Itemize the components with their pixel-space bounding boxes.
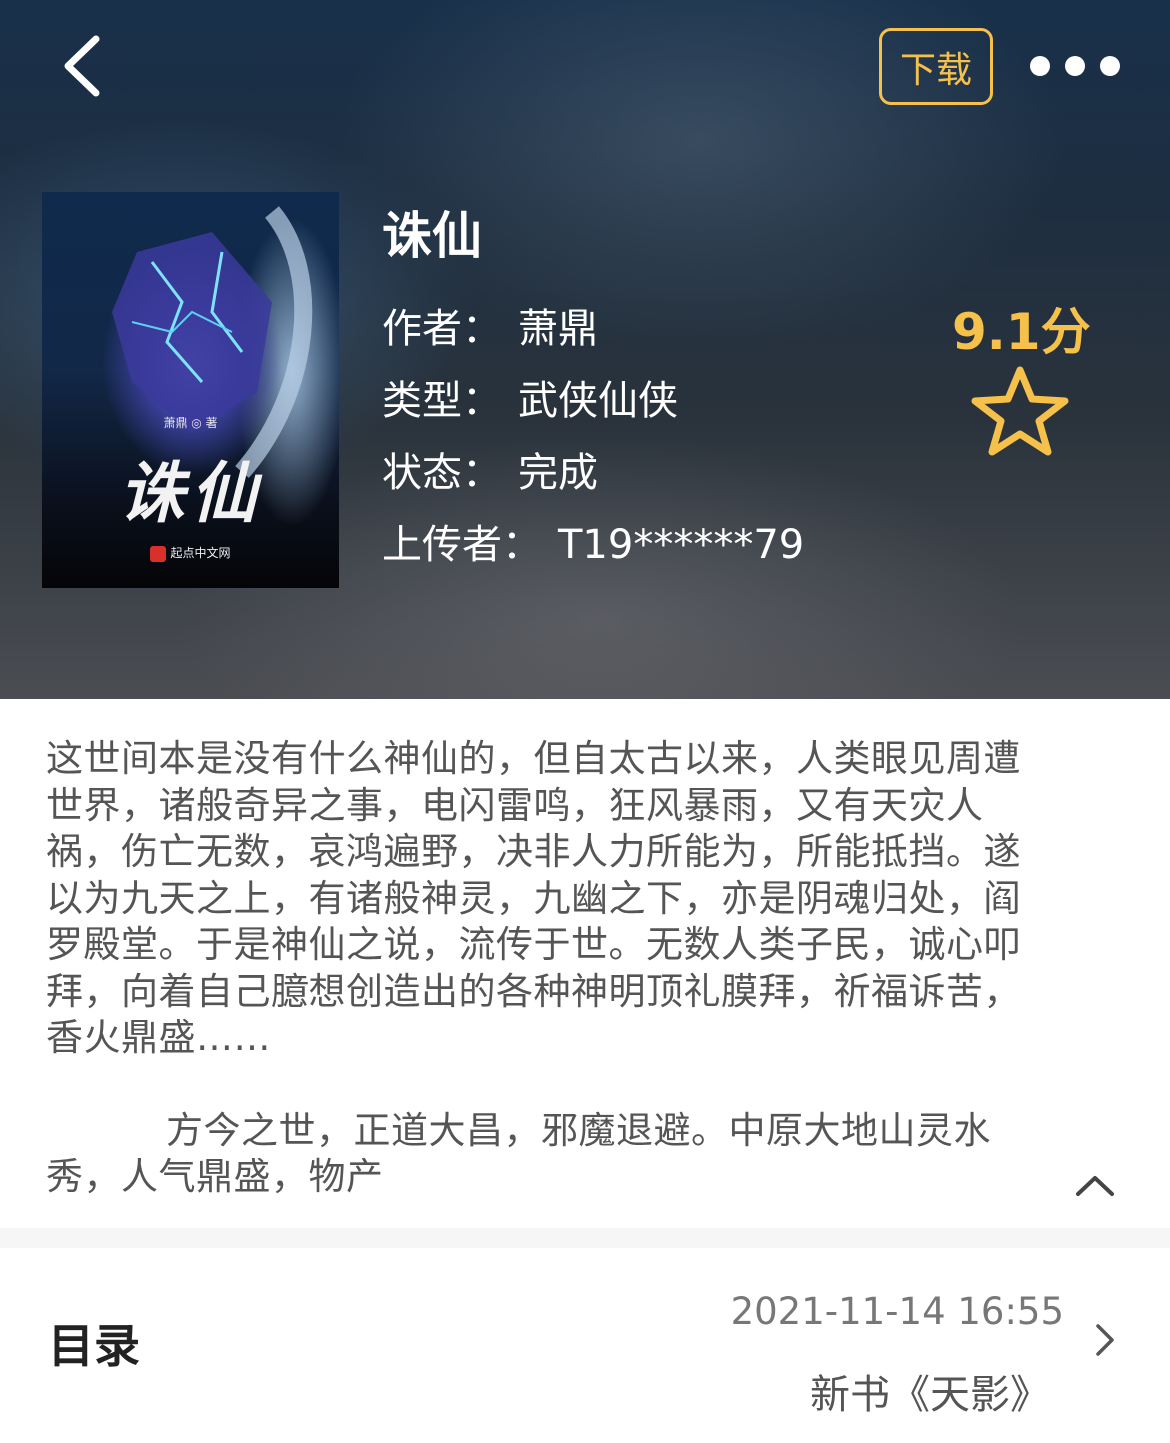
book-cover[interactable]: 萧鼎 ◎ 著 诛仙 起点中文网 (42, 192, 339, 588)
collapse-synopsis-button[interactable] (1070, 1162, 1120, 1206)
rating-score: 9.1分 (952, 303, 1091, 361)
back-button[interactable] (52, 30, 112, 102)
uploader-row: 上传者： T19******79 (382, 512, 804, 570)
catalog-latest-chapter: 新书《天影》 (810, 1372, 1050, 1418)
status-label: 状态： (382, 450, 502, 496)
catalog-label: 目录 (48, 1319, 140, 1373)
publisher-logo-icon (150, 545, 167, 562)
more-dot (1100, 56, 1120, 76)
cover-title: 诛仙 (118, 454, 263, 532)
download-label: 下载 (899, 49, 972, 91)
favorite-button[interactable] (965, 366, 1075, 456)
author-value: 萧鼎 (518, 306, 598, 352)
status-row: 状态： 完成 (382, 440, 598, 498)
more-dot (1065, 56, 1085, 76)
status-value: 完成 (518, 450, 598, 496)
synopsis-paragraph: 这世间本是没有什么神仙的，但自太古以来，人类眼见周遭世界，诸般奇异之事，电闪雷鸣… (46, 737, 1021, 1059)
uploader-label: 上传者： (382, 522, 542, 568)
book-header: 下载 萧鼎 ◎ 著 诛仙 起点中文网 诛仙 作者： 萧鼎 类型： 武侠仙侠 状态： 完… (0, 0, 1170, 699)
cover-publisher: 起点中文网 (42, 544, 339, 562)
genre-value: 武侠仙侠 (518, 378, 678, 424)
genre-label: 类型： (382, 378, 502, 424)
synopsis-paragraph: 方今之世，正道大昌，邪魔退避。中原大地山灵水秀，人气鼎盛，物产 (46, 1108, 991, 1199)
author-row: 作者： 萧鼎 (382, 296, 598, 354)
more-options-button[interactable] (1030, 44, 1120, 88)
download-button[interactable]: 下载 (879, 28, 993, 105)
cover-publisher-label: 起点中文网 (170, 546, 231, 560)
chevron-up-icon (1076, 1176, 1114, 1196)
author-label: 作者： (382, 306, 502, 352)
more-dots-icon (1030, 56, 1050, 76)
genre-row: 类型： 武侠仙侠 (382, 368, 678, 426)
catalog-row[interactable]: 目录 2021-11-14 16:55 新书《天影》 (0, 1248, 1170, 1443)
chevron-right-icon (1096, 1324, 1114, 1356)
star-outline-icon (971, 366, 1069, 456)
catalog-updated-time: 2021-11-14 16:55 (730, 1290, 1064, 1333)
back-arrow-icon (64, 35, 100, 97)
cover-author: 萧鼎 ◎ 著 (163, 416, 218, 430)
book-title: 诛仙 (382, 207, 482, 265)
uploader-value: T19******79 (558, 522, 805, 568)
book-synopsis: 这世间本是没有什么神仙的，但自太古以来，人类眼见周遭世界，诸般奇异之事，电闪雷鸣… (46, 736, 1046, 1201)
section-divider (0, 1228, 1170, 1248)
